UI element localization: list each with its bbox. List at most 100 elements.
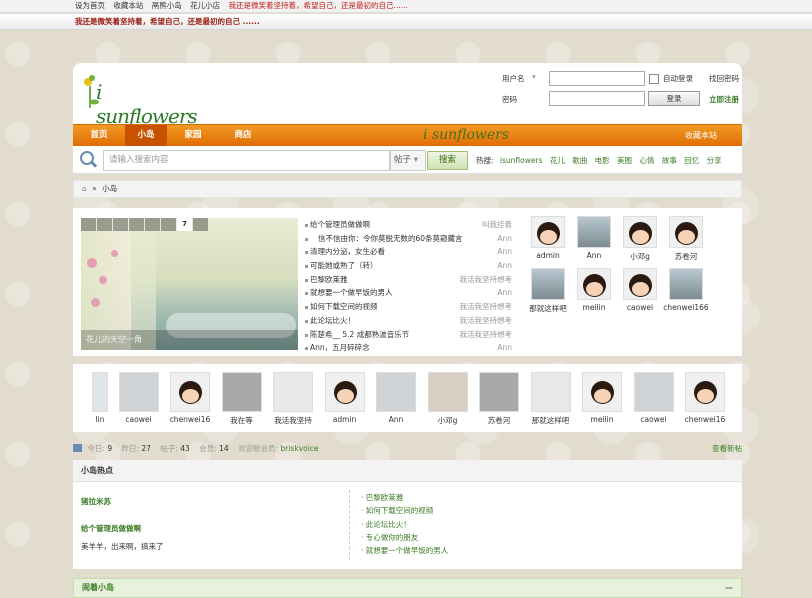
hot-word[interactable]: isunflowers (500, 156, 543, 165)
member-name[interactable]: 那就这样吧 (526, 415, 576, 426)
avatar[interactable] (479, 372, 519, 412)
member-card[interactable]: Ann (371, 372, 421, 424)
news-item[interactable]: 陈楚希__ 5.2 成都熟波音乐节 我活我坚持想考 (304, 328, 512, 342)
slideshow[interactable]: 7 花儿的天空一角 (81, 218, 298, 350)
user-card[interactable]: caowei (617, 268, 663, 312)
nav-favorite-link[interactable]: 收藏本站 (685, 125, 717, 146)
avatar[interactable] (170, 372, 210, 412)
hot-word[interactable]: 美图 (617, 156, 632, 165)
search-type-select[interactable]: 帖子 ▾ (390, 150, 426, 171)
avatar[interactable] (623, 268, 657, 300)
password-input[interactable] (549, 91, 645, 106)
hot-word[interactable]: 歌曲 (572, 156, 587, 165)
member-name[interactable]: 苏卷河 (474, 415, 524, 426)
user-card[interactable]: 那就这样吧 (525, 268, 571, 314)
news-item[interactable]: 如何下载空间的视频 我活我坚持想考 (304, 300, 512, 314)
username[interactable]: admin (525, 251, 571, 260)
avatar[interactable] (577, 216, 611, 248)
slide-tab[interactable] (145, 218, 160, 231)
news-title[interactable]: 陈楚希__ 5.2 成都熟波音乐节 (310, 328, 409, 342)
nav-item-home[interactable]: 首页 (78, 125, 120, 146)
hot-topic-item[interactable]: · 专心做你的朋友 (361, 531, 448, 544)
member-name[interactable]: chenwei16 (680, 415, 730, 424)
hot-topic-link[interactable]: 猪拉米苏 (81, 496, 111, 507)
member-card[interactable]: meilin (577, 372, 627, 424)
news-author[interactable]: Ann (497, 286, 512, 300)
username[interactable]: 小邓g (617, 251, 663, 262)
news-item[interactable]: 可能她或熟了（转） Ann (304, 259, 512, 273)
member-name[interactable]: caowei (114, 415, 164, 424)
avatar[interactable] (531, 216, 565, 248)
news-author[interactable]: 叫我挂着 (482, 218, 512, 232)
username-input[interactable] (549, 71, 645, 86)
chevron-down-icon[interactable]: ▾ (532, 72, 536, 81)
news-title[interactable]: 给个管理员做做啊 (310, 218, 370, 232)
slide-tab[interactable] (113, 218, 128, 231)
news-title[interactable]: 如何下载空间的视频 (310, 300, 378, 314)
search-button[interactable]: 搜索 (427, 151, 468, 170)
avatar[interactable] (685, 372, 725, 412)
member-card[interactable]: admin (320, 372, 370, 424)
member-name[interactable]: 我活我坚持 (268, 415, 318, 426)
member-name[interactable]: admin (320, 415, 370, 424)
user-card[interactable]: meilin (571, 268, 617, 312)
avatar[interactable] (669, 216, 703, 248)
news-item[interactable]: 此论坛比火！ 我活我坚持想考 (304, 314, 512, 328)
avatar[interactable] (577, 268, 611, 300)
avatar[interactable] (92, 372, 108, 412)
search-input[interactable]: 请输入搜索内容 (103, 150, 390, 171)
username[interactable]: 苏卷河 (663, 251, 709, 262)
new-member-link[interactable]: briskvoice (280, 444, 318, 453)
login-button[interactable]: 登录 (648, 91, 700, 106)
member-name[interactable]: chenwei16 (165, 415, 215, 424)
avatar[interactable] (582, 372, 622, 412)
username[interactable]: Ann (571, 251, 617, 260)
news-author[interactable]: Ann (497, 341, 512, 355)
avatar[interactable] (324, 372, 365, 412)
member-name[interactable]: meilin (577, 415, 627, 424)
news-title[interactable]: 可能她或熟了（转） (310, 259, 378, 273)
news-author[interactable]: 我活我坚持想考 (460, 300, 513, 314)
member-card[interactable]: chenwei16 (680, 372, 730, 424)
avatar[interactable] (221, 372, 262, 412)
hot-word[interactable]: 故事 (662, 156, 677, 165)
news-title[interactable]: Ann，五月碎碎念 (310, 341, 370, 355)
news-item[interactable]: 信不信由你：令你莫脱无数的60条莫窥藏言 Ann (304, 232, 512, 246)
avatar[interactable] (633, 372, 674, 412)
hot-topic-item[interactable]: · 如何下载空间的视频 (361, 504, 448, 517)
find-password-link[interactable]: 找回密码 (709, 73, 739, 84)
user-card[interactable]: Ann (571, 216, 617, 260)
slide-tab[interactable] (81, 218, 96, 231)
home-icon[interactable]: ⌂ (82, 184, 87, 193)
member-name[interactable]: caowei (629, 415, 679, 424)
avatar[interactable] (531, 268, 565, 300)
member-card[interactable]: caowei (114, 372, 164, 424)
member-card[interactable]: 那就这样吧 (526, 372, 576, 426)
member-name[interactable]: 我在等 (217, 415, 267, 426)
news-author[interactable]: 我活我坚持想考 (460, 273, 513, 287)
hot-word[interactable]: 花儿 (550, 156, 565, 165)
site-logo[interactable]: i sunflowers (80, 72, 198, 128)
user-card[interactable]: 苏卷河 (663, 216, 709, 262)
hot-word[interactable]: 心情 (639, 156, 654, 165)
news-title[interactable]: 信不信由你：令你莫脱无数的60条莫窥藏言 (318, 232, 463, 246)
avatar[interactable] (530, 372, 571, 412)
collapse-icon[interactable]: — (725, 579, 733, 597)
username[interactable]: chenwei166 (663, 303, 709, 312)
avatar[interactable] (118, 372, 159, 412)
view-new-posts-link[interactable]: 查看新帖 (712, 442, 742, 456)
hot-topic-item[interactable]: · 就想要一个做早饭的男人 (361, 544, 448, 557)
hot-topic-item[interactable]: · 此论坛比火！ (361, 518, 448, 531)
news-title[interactable]: 巴黎欧莱雅 (310, 273, 348, 287)
news-title[interactable]: 清理内分泌，女生必看 (310, 245, 385, 259)
slide-tab[interactable] (97, 218, 112, 231)
nav-item-garden[interactable]: 家园 (172, 125, 214, 146)
news-item[interactable]: 给个管理员做做啊 叫我挂着 (304, 218, 512, 232)
slide-caption[interactable]: 花儿的天空一角 (81, 330, 298, 350)
flower-shop-link[interactable]: 花儿小店 (190, 1, 220, 10)
member-card[interactable]: 小邓g (423, 372, 473, 426)
member-card[interactable]: 苏卷河 (474, 372, 524, 426)
avatar[interactable] (427, 372, 468, 412)
news-author[interactable]: Ann (497, 245, 512, 259)
news-title[interactable]: 此论坛比火！ (310, 314, 355, 328)
